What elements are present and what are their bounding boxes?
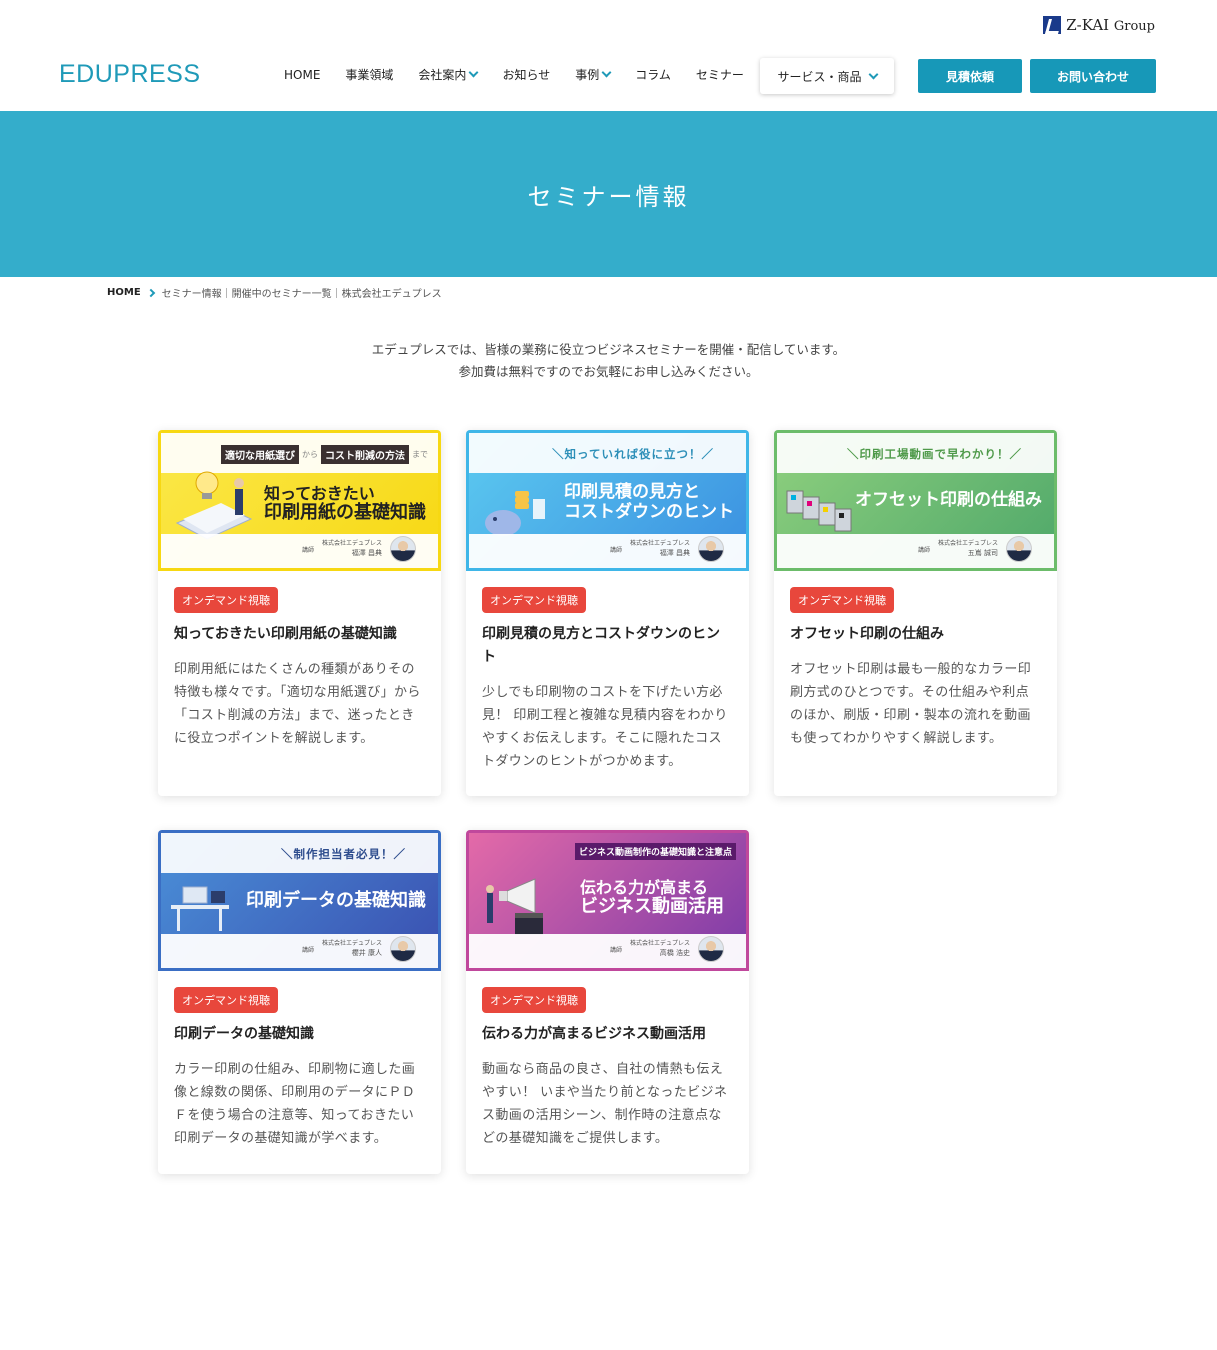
nav-home[interactable]: HOME bbox=[284, 68, 320, 82]
seminar-thumbnail[interactable]: ＼知っていれば役に立つ！／ 印刷見積の見方と コストダウンのヒント 講師 株式会… bbox=[466, 430, 749, 571]
megaphone-clapperboard-illustration bbox=[486, 878, 543, 935]
thumb-subtitle: ＼制作担当者必見！／ bbox=[281, 847, 406, 861]
seminar-card[interactable]: ＼知っていれば役に立つ！／ 印刷見積の見方と コストダウンのヒント 講師 株式会… bbox=[466, 430, 749, 796]
group-logo-suffix: Group bbox=[1113, 19, 1155, 34]
speaker-info: 講師 株式会社エデュプレス 高橋 浩史 bbox=[610, 936, 724, 962]
speaker-avatar bbox=[390, 936, 416, 962]
status-badge: オンデマンド視聴 bbox=[174, 987, 278, 1013]
card-description: 印刷用紙にはたくさんの種類がありその特徴も様々です。「適切な用紙選び」から「コス… bbox=[174, 662, 421, 746]
speaker-info: 講師 株式会社エデュプレス 五嶌 誠司 bbox=[918, 536, 1032, 562]
card-title[interactable]: 伝わる力が高まるビジネス動画活用 bbox=[482, 1023, 733, 1046]
piggy-bank-coins-illustration bbox=[485, 491, 545, 536]
nav-column[interactable]: コラム bbox=[635, 66, 671, 83]
card-description: 動画なら商品の良さ、自社の情熱も伝えやすい！ いまや当たり前となったビジネス動画… bbox=[482, 1062, 728, 1146]
nav-seminar[interactable]: セミナー bbox=[696, 66, 744, 83]
card-title[interactable]: オフセット印刷の仕組み bbox=[790, 623, 1041, 646]
thumb-title-line-1: 印刷見積の見方と bbox=[564, 482, 700, 502]
paper-lightbulb-illustration bbox=[175, 471, 253, 540]
group-logo-text: Z-KAI bbox=[1066, 16, 1110, 34]
chevron-down-icon bbox=[868, 69, 878, 79]
speaker-info: 講師 株式会社エデュプレス 福澤 昌典 bbox=[302, 536, 416, 562]
card-description: 少しでも印刷物のコストを下げたい方必見！ 印刷工程と複雑な見積内容をわかりやすく… bbox=[482, 685, 728, 769]
thumb-title-line-2: コストダウンのヒント bbox=[564, 501, 734, 522]
site-logo[interactable]: EDUPRESS bbox=[59, 60, 201, 89]
computer-desk-illustration bbox=[171, 886, 229, 931]
z-kai-group-logo[interactable]: Z-KAI Group bbox=[1043, 16, 1155, 34]
intro-line-1: エデュプレスでは、皆様の業務に役立つビジネスセミナーを開催・配信しています。 bbox=[371, 342, 846, 357]
seminar-thumbnail[interactable]: ＼印刷工場動画で早わかり！／ オフセット印刷の仕組み 講師 株式会社エデュプレス… bbox=[774, 430, 1057, 571]
thumb-title-line-1: 印刷データの基礎知識 bbox=[246, 890, 426, 911]
speaker-avatar bbox=[1006, 536, 1032, 562]
seminar-card[interactable]: ＼制作担当者必見！／ 印刷データの基礎知識 講師 株式会社エデュプレス 櫻井 康人… bbox=[158, 830, 441, 1174]
breadcrumb-home[interactable]: HOME bbox=[107, 287, 141, 298]
seminar-thumbnail[interactable]: ＼制作担当者必見！／ 印刷データの基礎知識 講師 株式会社エデュプレス 櫻井 康人 bbox=[158, 830, 441, 971]
card-title[interactable]: 印刷見積の見方とコストダウンのヒント bbox=[482, 623, 733, 669]
seminar-card[interactable]: 適切な用紙選び から コスト削減の方法 まで 知っておきたい 印刷用紙の基礎知識… bbox=[158, 430, 441, 796]
card-description: オフセット印刷は最も一般的なカラー印刷方式のひとつです。その仕組みや利点のほか、… bbox=[790, 662, 1032, 746]
thumb-title-line-1: 伝わる力が高まる bbox=[580, 878, 709, 897]
nav-company[interactable]: 会社案内 bbox=[418, 66, 479, 83]
card-title[interactable]: 印刷データの基礎知識 bbox=[174, 1023, 425, 1046]
page-title: セミナー情報 bbox=[527, 182, 690, 211]
hero-banner: セミナー情報 bbox=[0, 111, 1217, 277]
thumb-subtitle: ＼知っていれば役に立つ！／ bbox=[552, 447, 714, 461]
seminar-card[interactable]: ビジネス動画制作の基礎知識と注意点 伝わる力が高まる ビジネス動画活用 講師 株… bbox=[466, 830, 749, 1174]
services-dropdown-button[interactable]: サービス・商品 bbox=[760, 58, 894, 94]
intro-text: エデュプレスでは、皆様の業務に役立つビジネスセミナーを開催・配信しています。 参… bbox=[0, 339, 1217, 383]
speaker-avatar bbox=[698, 536, 724, 562]
status-badge: オンデマンド視聴 bbox=[482, 587, 586, 613]
seminar-thumbnail[interactable]: ビジネス動画制作の基礎知識と注意点 伝わる力が高まる ビジネス動画活用 講師 株… bbox=[466, 830, 749, 971]
printing-press-illustration bbox=[786, 490, 852, 532]
speaker-avatar bbox=[390, 536, 416, 562]
card-title[interactable]: 知っておきたい印刷用紙の基礎知識 bbox=[174, 623, 425, 646]
speaker-info: 講師 株式会社エデュプレス 櫻井 康人 bbox=[302, 936, 416, 962]
breadcrumb-current: セミナー情報｜開催中のセミナー一覧｜株式会社エデュプレス bbox=[161, 289, 442, 300]
nav-news[interactable]: お知らせ bbox=[502, 66, 550, 83]
contact-button[interactable]: お問い合わせ bbox=[1030, 59, 1156, 93]
speaker-info: 講師 株式会社エデュプレス 福澤 昌典 bbox=[610, 536, 724, 562]
thumb-title-line-2: ビジネス動画活用 bbox=[580, 896, 724, 918]
thumb-tag: コスト削減の方法 bbox=[321, 445, 409, 464]
chevron-down-icon bbox=[468, 67, 479, 78]
speaker-avatar bbox=[698, 936, 724, 962]
status-badge: オンデマンド視聴 bbox=[174, 587, 278, 613]
z-kai-logo-icon bbox=[1043, 16, 1062, 34]
chevron-down-icon bbox=[601, 67, 612, 78]
thumb-tag: ビジネス動画制作の基礎知識と注意点 bbox=[574, 843, 736, 860]
seminar-card[interactable]: ＼印刷工場動画で早わかり！／ オフセット印刷の仕組み 講師 株式会社エデュプレス… bbox=[774, 430, 1057, 796]
thumb-subtitle: ＼印刷工場動画で早わかり！／ bbox=[847, 447, 1022, 461]
quote-request-button[interactable]: 見積依頼 bbox=[918, 59, 1022, 93]
intro-line-2: 参加費は無料ですのでお気軽にお申し込みください。 bbox=[458, 364, 759, 379]
breadcrumb: HOME セミナー情報｜開催中のセミナー一覧｜株式会社エデュプレス bbox=[107, 285, 442, 300]
main-nav: HOME 事業領域 会社案内 お知らせ 事例 コラム セミナー bbox=[284, 66, 769, 83]
thumb-title-line-1: 知っておきたい bbox=[264, 484, 375, 503]
status-badge: オンデマンド視聴 bbox=[790, 587, 894, 613]
status-badge: オンデマンド視聴 bbox=[482, 987, 586, 1013]
thumb-title-line-2: 印刷用紙の基礎知識 bbox=[264, 502, 426, 524]
chevron-right-icon bbox=[146, 288, 155, 297]
nav-business[interactable]: 事業領域 bbox=[345, 66, 393, 83]
seminar-thumbnail[interactable]: 適切な用紙選び から コスト削減の方法 まで 知っておきたい 印刷用紙の基礎知識… bbox=[158, 430, 441, 571]
card-description: カラー印刷の仕組み、印刷物に適した画像と線数の関係、印刷用のデータにＰＤＦを使う… bbox=[174, 1062, 416, 1146]
nav-cases[interactable]: 事例 bbox=[575, 66, 612, 83]
thumb-title-line-1: オフセット印刷の仕組み bbox=[855, 490, 1042, 510]
